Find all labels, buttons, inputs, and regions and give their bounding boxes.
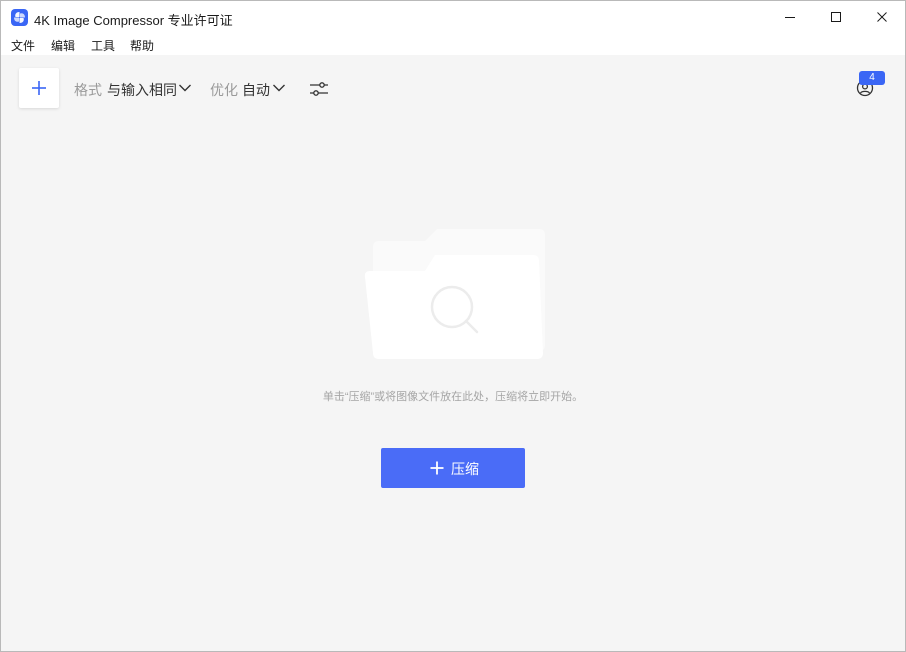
plus-icon <box>430 461 444 475</box>
menu-help[interactable]: 帮助 <box>130 37 154 54</box>
app-window: 4K Image Compressor 专业许可证 文件 编辑 工具 帮助 格式… <box>0 0 906 652</box>
plus-icon <box>32 81 46 95</box>
close-icon <box>877 12 887 22</box>
minimize-icon <box>785 17 795 18</box>
chevron-down-icon[interactable] <box>178 83 192 93</box>
maximize-icon <box>831 12 841 22</box>
drop-hint-text: 单击“压缩”或将图像文件放在此处，压缩将立即开始。 <box>322 391 584 403</box>
drop-area[interactable]: 格式 与输入相同 优化 自动 4 单击“压缩”或将图像文件放在此处，压缩将立即开… <box>1 55 905 651</box>
chevron-down-icon[interactable] <box>272 83 286 93</box>
menu-tools[interactable]: 工具 <box>91 37 115 54</box>
empty-folder-search-icon <box>364 229 545 359</box>
menu-edit[interactable]: 编辑 <box>51 37 75 54</box>
minimize-button[interactable] <box>767 1 813 34</box>
format-dropdown[interactable]: 与输入相同 <box>107 80 177 100</box>
format-label: 格式 <box>74 82 102 98</box>
title-bar[interactable]: 4K Image Compressor 专业许可证 <box>1 1 905 34</box>
compress-button-label: 压缩 <box>451 461 479 477</box>
optimize-dropdown[interactable]: 自动 <box>242 80 270 100</box>
add-files-button[interactable] <box>19 68 59 108</box>
menu-file[interactable]: 文件 <box>11 37 35 54</box>
window-title: 4K Image Compressor 专业许可证 <box>34 13 233 28</box>
preferences-sliders-icon[interactable] <box>309 79 329 99</box>
menu-bar: 文件 编辑 工具 帮助 <box>1 34 905 55</box>
notification-badge[interactable]: 4 <box>859 71 885 85</box>
close-button[interactable] <box>859 1 905 34</box>
optimize-label: 优化 <box>210 82 238 98</box>
compress-button[interactable]: 压缩 <box>381 448 525 488</box>
app-logo-icon <box>11 9 28 26</box>
maximize-button[interactable] <box>813 1 859 34</box>
